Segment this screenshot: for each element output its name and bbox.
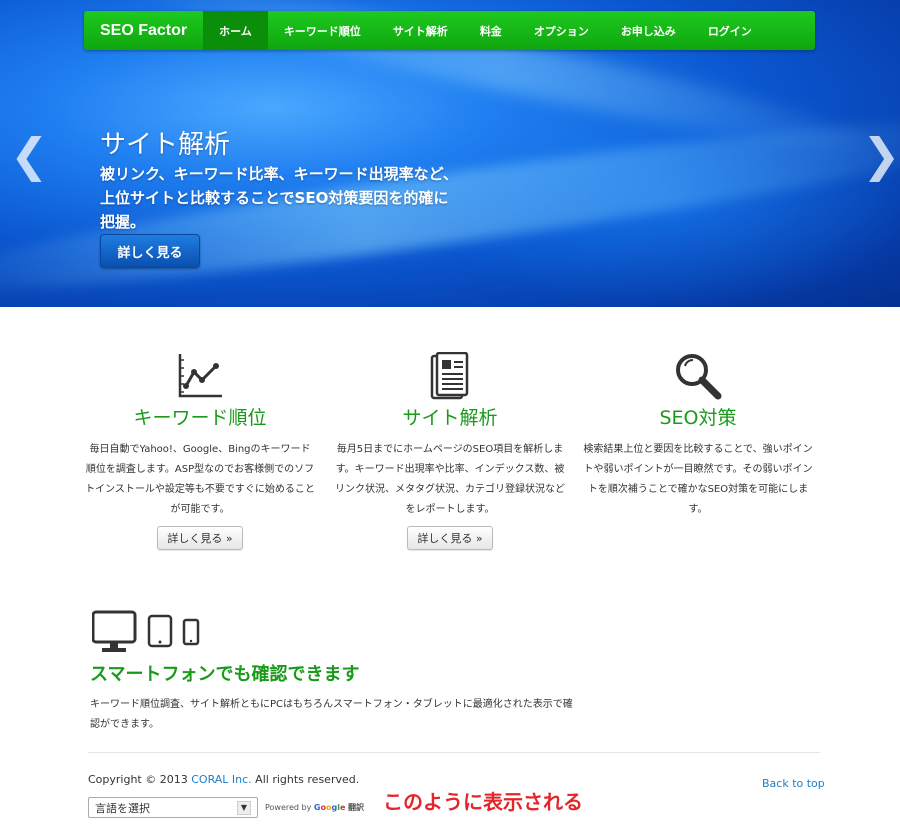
chevron-down-icon: ▼ — [237, 800, 251, 815]
feature-title: SEO対策 — [659, 407, 737, 429]
powered-by-text: Powered by — [265, 803, 314, 812]
footer-divider — [88, 752, 820, 753]
feature-text: 検索結果上位と要因を比較することで、強いポイントや弱いポイントが一目瞭然です。そ… — [583, 444, 813, 515]
carousel-next-icon[interactable]: ❯ — [862, 128, 900, 182]
language-select[interactable]: 言語を選択 ▼ — [88, 797, 258, 818]
nav-item-apply[interactable]: お申し込み — [605, 11, 692, 50]
translate-text: 翻訳 — [347, 803, 364, 812]
feature-keyword-ranking: キーワード順位 毎日自動でYahoo!、Google、Bingのキーワード順位を… — [85, 350, 315, 550]
annotation-text: このように表示される — [383, 790, 583, 814]
back-to-top-link[interactable]: Back to top — [762, 777, 825, 790]
feature-title: サイト解析 — [402, 407, 498, 429]
feature-text: 毎月5日までにホームページのSEO項目を解析します。キーワード出現率や比率、イン… — [335, 444, 565, 515]
nav-item-options[interactable]: オプション — [518, 11, 605, 50]
brand-logo[interactable]: SEO Factor — [84, 11, 203, 50]
nav-item-keyword-ranking[interactable]: キーワード順位 — [268, 11, 377, 50]
copyright-prefix: Copyright © 2013 — [88, 773, 192, 786]
powered-by-google-translate: Powered by Google 翻訳 — [265, 802, 364, 813]
carousel-prev-icon[interactable]: ❮ — [10, 128, 49, 182]
copyright: Copyright © 2013 CORAL Inc. All rights r… — [88, 773, 359, 786]
nav-item-login[interactable]: ログイン — [692, 11, 768, 50]
chart-line-icon — [85, 350, 315, 400]
devices-icon — [91, 610, 207, 660]
hero-title: サイト解析 — [100, 130, 231, 160]
nav-item-home[interactable]: ホーム — [203, 11, 268, 50]
hero-carousel: SEO Factor ホーム キーワード順位 サイト解析 料金 オプション お申… — [0, 0, 900, 307]
google-logo: Google — [313, 803, 346, 812]
navbar: SEO Factor ホーム キーワード順位 サイト解析 料金 オプション お申… — [84, 11, 815, 50]
hero-description: 被リンク、キーワード比率、キーワード出現率など、上位サイトと比較することでSEO… — [100, 165, 458, 231]
document-icon — [335, 350, 565, 400]
magnifier-icon — [583, 350, 813, 400]
feature-site-analysis: サイト解析 毎月5日までにホームページのSEO項目を解析します。キーワード出現率… — [335, 350, 565, 550]
feature-title: キーワード順位 — [133, 407, 267, 429]
smartphone-text: キーワード順位調査、サイト解析ともにPCはもちろんスマートフォン・タブレットに最… — [90, 699, 573, 730]
nav-item-site-analysis[interactable]: サイト解析 — [377, 11, 464, 50]
hero-details-button[interactable]: 詳しく見る — [100, 234, 200, 268]
feature-text: 毎日自動でYahoo!、Google、Bingのキーワード順位を調査します。AS… — [85, 444, 315, 515]
company-link[interactable]: CORAL Inc. — [191, 773, 251, 786]
details-button[interactable]: 詳しく見る » — [407, 526, 493, 550]
copyright-suffix: All rights reserved. — [251, 773, 360, 786]
feature-seo: SEO対策 検索結果上位と要因を比較することで、強いポイントや弱いポイントが一目… — [583, 350, 813, 520]
nav-item-pricing[interactable]: 料金 — [464, 11, 518, 50]
hero-caption: サイト解析 被リンク、キーワード比率、キーワード出現率など、上位サイトと比較する… — [100, 128, 460, 234]
smartphone-title: スマートフォンでも確認できます — [90, 664, 360, 685]
details-button[interactable]: 詳しく見る » — [157, 526, 243, 550]
language-select-value: 言語を選択 — [95, 801, 150, 815]
